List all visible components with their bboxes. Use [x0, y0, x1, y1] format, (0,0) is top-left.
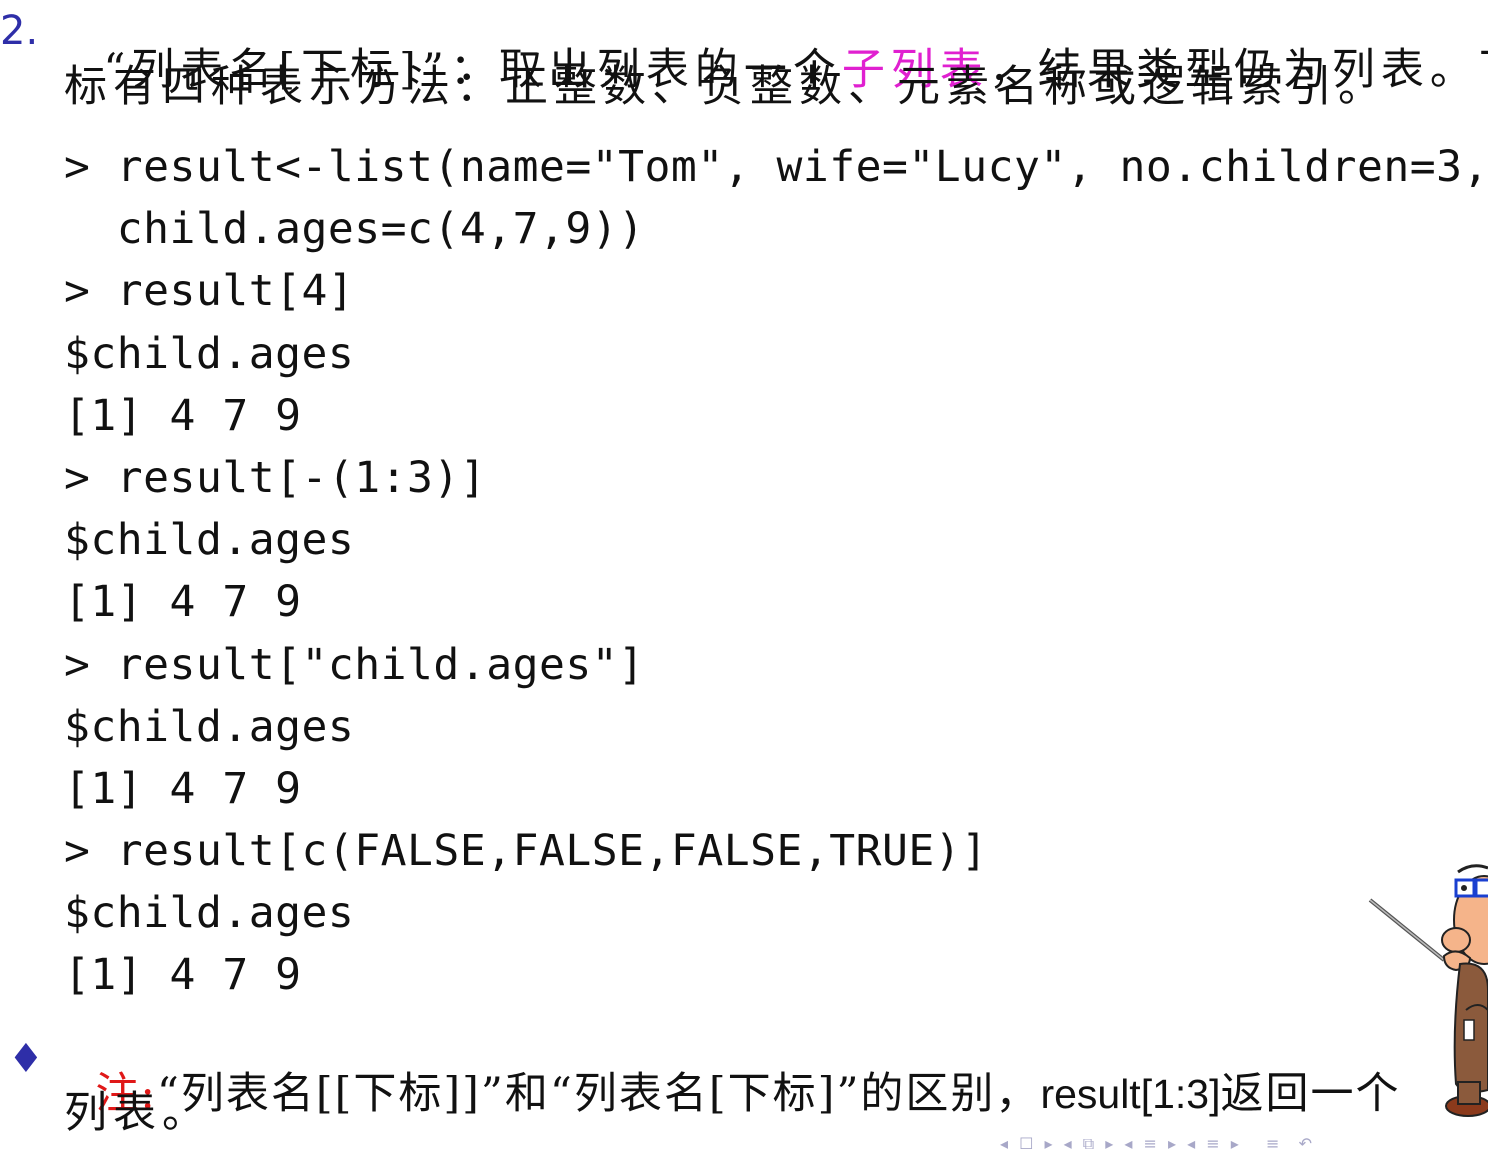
code-line: $child.ages	[64, 702, 355, 752]
note-line-1: 注:“列表名[[下标]]”和“列表名[下标]”的区别，result[1:3]返回…	[64, 1030, 1400, 1116]
code-line: $child.ages	[64, 515, 355, 565]
item-text-line-2: 标有四种表示方法：正整数、负整数、元素名称或逻辑索引。	[64, 62, 1387, 112]
code-line: [1] 4 7 9	[64, 391, 302, 441]
code-line: > result<-list(name="Tom", wife="Lucy", …	[64, 142, 1488, 192]
code-line: [1] 4 7 9	[64, 577, 302, 627]
code-line: > result[4]	[64, 266, 355, 316]
code-line: child.ages=c(4,7,9))	[64, 204, 645, 254]
code-line: > result[c(FALSE,FALSE,FALSE,TRUE)]	[64, 826, 988, 876]
beamer-navigation-bar[interactable]: ◂ ☐ ▸ ◂ ⧉ ▸ ◂ ≡ ▸ ◂ ≡ ▸ ≡ ↶	[1000, 1134, 1315, 1154]
code-line: > result["child.ages"]	[64, 640, 645, 690]
diamond-bullet-icon: ♦	[8, 1036, 44, 1082]
note-code: result[1:3]	[1040, 1071, 1221, 1117]
note-line-2: 列表。	[64, 1088, 211, 1138]
code-line: $child.ages	[64, 329, 355, 379]
code-line: $child.ages	[64, 888, 355, 938]
code-line: [1] 4 7 9	[64, 764, 302, 814]
code-line: [1] 4 7 9	[64, 950, 302, 1000]
list-item-number: 2.	[0, 8, 39, 54]
code-line: > result[-(1:3)]	[64, 453, 487, 503]
teacher-pointer-icon	[1368, 864, 1488, 1117]
note-text-a: “列表名[[下标]]”和“列表名[下标]”的区别，	[156, 1069, 1041, 1119]
